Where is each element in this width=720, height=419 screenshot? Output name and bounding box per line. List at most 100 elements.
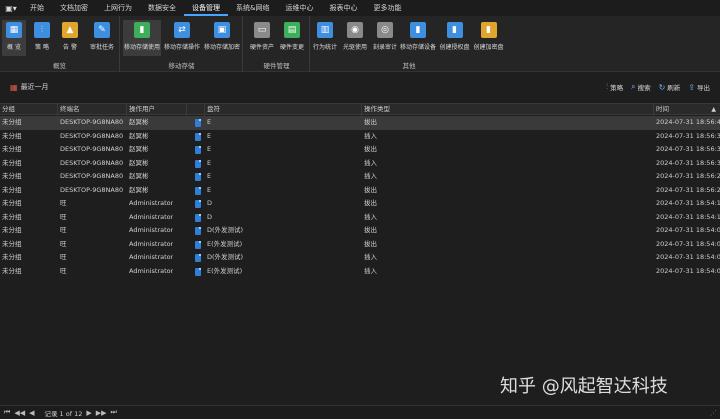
ribbon-button-label: 移动存储设备 [399,44,436,51]
next-page-icon[interactable]: ▶▶ [96,409,107,417]
ribbon-button-behavior-stats[interactable]: ▥ 行为统计 [311,20,339,56]
ribbon-button-overview[interactable]: ▦ 概 览 [2,20,26,56]
ribbon-button-label: 移动存储使用 [123,44,160,51]
cell-user: 赵冥彬 [129,185,149,194]
table-row[interactable]: 未分组 旺 Administrator D(外发测试) 插入 2024-07-31 18:… [0,251,720,265]
refresh-button[interactable]: ↻ 刷新 [659,82,681,93]
cell-terminal: 旺 [60,199,67,207]
table-row[interactable]: 未分组 旺 Administrator D(外发测试) 拔出 2024-07-31 18:… [0,224,720,238]
table-row[interactable]: 未分组 DESKTOP-9G8NA80 赵冥彬 E 插入 2024-07-31 18:56… [0,157,720,171]
ribbon-button-usb-storage[interactable]: ▮ 移动存储使用 [123,20,161,56]
ribbon-button-storage-operation[interactable]: ⇄ 移动存储操作 [163,20,201,56]
cell-user: Administrator [129,253,174,261]
table-row[interactable]: 未分组 旺 Administrator D 插入 2024-07-31 18:54:10 [0,211,720,225]
auth-disk-icon: ▮ [446,22,463,38]
column-header-user[interactable]: 操作用户 [127,104,187,116]
overview-icon: ▦ [6,22,22,38]
menu-item[interactable]: 数据安全 [140,0,184,16]
column-header-icon[interactable] [187,104,205,116]
cell-terminal: 旺 [60,266,67,275]
cell-group: 未分组 [2,118,22,126]
cell-op: 插入 [364,212,377,221]
policy-button[interactable]: ⫶ 策略 [606,82,623,92]
encrypt-disk-icon: ▮ [480,22,497,38]
column-header-terminal[interactable]: 终端名 [58,104,127,116]
menu-item[interactable]: 运维中心 [277,0,321,16]
column-header-time-label: 时间 [656,105,669,113]
cell-group: 未分组 [2,185,22,194]
ribbon-button-burn-audit[interactable]: ◎ 刻录审计 [371,20,399,56]
drive-file-icon [195,119,201,127]
table-row[interactable]: 未分组 DESKTOP-9G8NA80 赵冥彬 E 拔出 2024-07-31 18:56… [0,143,720,157]
prev-page-icon[interactable]: ◀◀ [14,409,25,417]
cell-drive: E [207,158,212,167]
table-row[interactable]: 未分组 DESKTOP-9G8NA80 赵冥彬 E 插入 2024-07-31 18:56… [0,170,720,184]
policy-icon: ⫶ [606,82,609,91]
ribbon-button-label: 硬件资产 [249,44,274,51]
ribbon-button-hardware-change[interactable]: ▤ 硬件变更 [278,20,306,56]
status-bar: ⏮ ◀◀ ◀ 记录 1 of 12 ▶ ▶▶ ⏭ ⋰ [0,405,720,419]
cell-group: 未分组 [2,131,22,140]
table-row[interactable]: 未分组 DESKTOP-9G8NA80 赵冥彬 E 拔出 2024-07-31 18:56… [0,116,720,130]
calendar-icon: ▦ [10,82,18,92]
ribbon-button-storage-device[interactable]: ▮ 移动存储设备 [399,20,437,56]
cell-drive: E [207,131,212,140]
toolbar-actions: ⫶ 策略 ⌕ 搜索 ↻ 刷新 ⇪ 导出 [606,82,710,92]
menu-item[interactable]: 更多功能 [365,0,409,16]
menu-item[interactable]: 系统&网络 [228,0,277,16]
ribbon-button-label: 审批任务 [89,44,114,51]
ribbon-group-label: 硬件管理 [263,62,290,70]
cell-user: Administrator [129,266,174,275]
cell-op: 插入 [364,172,377,180]
column-header-group[interactable]: 分组 [0,104,58,116]
cell-terminal: DESKTOP-9G8NA80 [60,158,124,167]
first-page-icon[interactable]: ⏮ [4,408,10,417]
resize-grip-icon[interactable]: ⋰ [710,409,717,417]
ribbon-button-encrypt-disk[interactable]: ▮ 创建加密盘 [472,20,505,56]
ribbon-button-label: 光驱使用 [342,44,367,51]
menu-item[interactable]: 开始 [22,0,52,16]
ribbon-button-approval-task[interactable]: ✎ 审批任务 [86,20,118,56]
ribbon-button-label: 硬件变更 [279,44,304,51]
last-page-icon[interactable]: ⏭ [111,408,117,417]
export-button[interactable]: ⇪ 导出 [688,82,710,93]
app-menu-icon[interactable]: ▣▾ [0,0,22,16]
ribbon-group-label: 概览 [53,62,66,70]
column-header-time[interactable]: 时间 ▲ [654,104,720,116]
ribbon-button-optical-drive[interactable]: ◉ 光驱使用 [341,20,369,56]
next-icon[interactable]: ▶ [86,409,91,417]
ribbon-button-alarm-bell[interactable]: ▲ 告 警 [58,20,82,56]
table-row[interactable]: 未分组 旺 Administrator D 拔出 2024-07-31 18:54:12 [0,197,720,211]
table-row[interactable]: 未分组 DESKTOP-9G8NA80 赵冥彬 E 拔出 2024-07-31 18:56… [0,184,720,198]
cell-group: 未分组 [2,145,22,153]
ribbon-group-other: ▥ 行为统计 ◉ 光驱使用 ◎ 刻录审计 ▮ 移动存储设备 ▮ 创建授权盘 ▮ 创建加密盘 其他 [311,16,507,72]
menu-item[interactable]: 设备管理 [184,0,228,16]
prev-icon[interactable]: ◀ [29,409,34,417]
table-row[interactable]: 未分组 旺 Administrator E(外发测试) 拔出 2024-07-31 18:… [0,238,720,252]
ribbon-button-label: 告 警 [63,44,77,51]
period-selector[interactable]: ▦ 最近一月 [10,82,49,92]
cell-op: 拔出 [364,239,377,248]
search-button[interactable]: ⌕ 搜索 [631,82,650,92]
table-row[interactable]: 未分组 DESKTOP-9G8NA80 赵冥彬 E 插入 2024-07-31 18:56… [0,130,720,144]
cell-drive: D(外发测试) [207,253,244,261]
ribbon-button-hardware-asset[interactable]: ▭ 硬件资产 [248,20,276,56]
ribbon-button-label: 刻录审计 [372,44,397,51]
column-header-drive[interactable]: 盘符 [205,104,362,116]
drive-file-icon [195,254,201,262]
menu-item[interactable]: 上网行为 [96,0,140,16]
drive-file-icon [195,240,201,249]
ribbon-button-label: 概 览 [7,44,21,51]
menu-item[interactable]: 文档加密 [52,0,96,16]
cell-group: 未分组 [2,239,22,248]
toolbar: ▦ 最近一月 ⫶ 策略 ⌕ 搜索 ↻ 刷新 ⇪ 导出 [0,73,720,101]
table-row[interactable]: 未分组 旺 Administrator E(外发测试) 插入 2024-07-31 18:… [0,265,720,279]
table-body: 未分组 DESKTOP-9G8NA80 赵冥彬 E 拔出 2024-07-31 18:56… [0,116,720,278]
ribbon-button-policy-sliders[interactable]: ⫶ 策 略 [30,20,54,56]
cell-terminal: DESKTOP-9G8NA80 [60,145,124,153]
menu-item[interactable]: 报表中心 [321,0,365,16]
ribbon-button-storage-encrypt[interactable]: ▣ 移动存储加密 [203,20,241,56]
watermark-text: 知乎 @风起智达科技 [500,376,668,397]
column-header-op-type[interactable]: 操作类型 [362,104,654,116]
ribbon-button-auth-disk[interactable]: ▮ 创建授权盘 [438,20,471,56]
